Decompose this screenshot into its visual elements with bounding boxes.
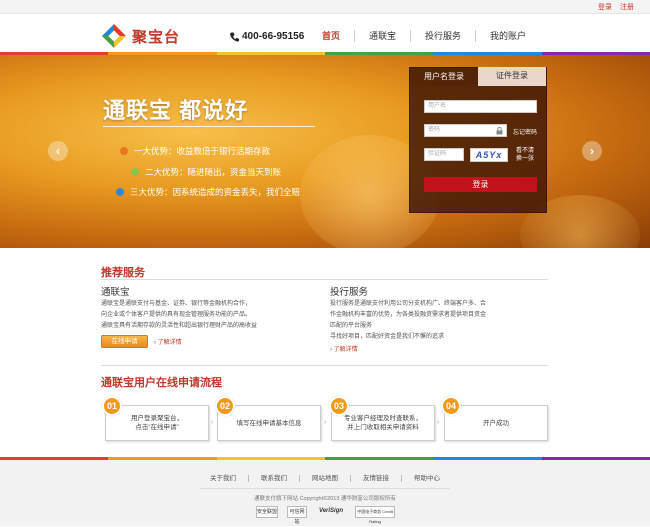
step-number-4: 04 bbox=[441, 396, 461, 416]
advantage-3: 三大优势：因系统造成的资金丢失，我们全赔 bbox=[116, 186, 300, 198]
step-number-1: 01 bbox=[102, 396, 122, 416]
footer-link-sitemap[interactable]: 网站地图 bbox=[299, 475, 350, 482]
phone-number: 400-66-95156 bbox=[242, 31, 305, 42]
footer-link-friends[interactable]: 友情链接 bbox=[350, 475, 401, 482]
footer-link-contact[interactable]: 联系我们 bbox=[248, 475, 299, 482]
footer-divider bbox=[200, 488, 450, 489]
trust-badge-security[interactable]: 安全联盟 bbox=[256, 506, 278, 518]
banner-slogan: 通联宝 都说好 bbox=[103, 98, 249, 123]
touhang-more-link[interactable]: › 了解详情 bbox=[330, 344, 358, 353]
slogan-underline bbox=[103, 126, 315, 127]
touhang-desc: 投行服务是通联支付利用公司分支机构广、终端客户多、合 作金融机构丰富的优势，为各… bbox=[330, 301, 487, 340]
bullet-dot-icon bbox=[120, 147, 128, 155]
touhang-title: 投行服务 bbox=[330, 287, 369, 298]
apply-online-button[interactable]: 在线申请 bbox=[101, 335, 148, 348]
login-panel: 用户名登录 证件登录 用户名 密码 忘记密码 验证码 A5Yx 看不清 换一张 … bbox=[409, 67, 547, 213]
chevron-right-icon: › bbox=[590, 144, 594, 158]
footer-links: 关于我们 联系我们 网站地图 友情链接 帮助中心 bbox=[0, 472, 650, 482]
tonglianbao-desc: 通联宝是通联支付与基金、证券、银行等金融机构合作， 向企业或个体客户提供的具有现… bbox=[101, 301, 258, 329]
top-links: 登录 注册 bbox=[592, 2, 634, 12]
footer-link-about[interactable]: 关于我们 bbox=[198, 475, 248, 482]
footer: 关于我们 联系我们 网站地图 友情链接 帮助中心 通联支付旗下网站 Copyright©… bbox=[0, 460, 650, 526]
trust-badges: 安全联盟 可信网站 VeriSign 中国电子商务 Credit Rating bbox=[256, 506, 404, 525]
bullet-dot-icon bbox=[131, 168, 139, 176]
trust-badge-trusted-site[interactable]: 可信网站 bbox=[287, 506, 307, 525]
phone-icon bbox=[230, 32, 239, 41]
forgot-password-link[interactable]: 忘记密码 bbox=[513, 127, 537, 136]
nav-my-account[interactable]: 我的账户 bbox=[475, 30, 540, 42]
next-slide-button[interactable]: › bbox=[582, 141, 602, 161]
login-tabs: 用户名登录 证件登录 bbox=[410, 67, 546, 86]
nav-home[interactable]: 首页 bbox=[308, 30, 354, 42]
top-bar: 登录 注册 bbox=[0, 0, 650, 14]
trust-badge-credit-rating[interactable]: 中国电子商务 Credit Rating bbox=[355, 506, 395, 524]
tonglianbao-more-link[interactable]: › 了解详情 bbox=[154, 337, 182, 346]
password-input[interactable]: 密码 bbox=[424, 124, 507, 137]
recommend-title: 推荐服务 bbox=[101, 267, 145, 279]
logo-text: 聚宝台 bbox=[132, 28, 181, 46]
captcha-image[interactable]: A5Yx bbox=[470, 148, 508, 162]
tonglianbao-title: 通联宝 bbox=[101, 287, 130, 298]
divider bbox=[101, 365, 548, 366]
header: 聚宝台 400-66-95156 首页 通联宝 投行服务 我的账户 bbox=[0, 14, 650, 54]
login-button[interactable]: 登录 bbox=[424, 177, 537, 192]
nav-investment-banking[interactable]: 投行服务 bbox=[410, 30, 475, 42]
bullet-dot-icon bbox=[116, 188, 124, 196]
prev-slide-button[interactable]: ‹ bbox=[48, 141, 68, 161]
register-link[interactable]: 注册 bbox=[620, 4, 634, 11]
footer-link-help[interactable]: 帮助中心 bbox=[401, 475, 452, 482]
tab-cert-login[interactable]: 证件登录 bbox=[478, 67, 546, 86]
tab-username-login[interactable]: 用户名登录 bbox=[410, 68, 478, 86]
main-nav: 首页 通联宝 投行服务 我的账户 bbox=[308, 30, 540, 42]
hero-banner: 通联宝 都说好 一大优势：收益数倍于银行活期存款 二大优势：随进随出，资金当天到… bbox=[0, 55, 650, 248]
hotline: 400-66-95156 bbox=[230, 31, 304, 42]
login-link[interactable]: 登录 bbox=[598, 4, 612, 11]
divider bbox=[101, 279, 548, 280]
step-arrow-icon: › bbox=[211, 419, 214, 426]
step-arrow-icon: › bbox=[437, 419, 440, 426]
step-number-2: 02 bbox=[215, 396, 235, 416]
step-arrow-icon: › bbox=[324, 419, 327, 426]
copyright: 通联支付旗下网站 Copyright©2013 通华财富公司版权所有 bbox=[254, 496, 396, 502]
chevron-left-icon: ‹ bbox=[56, 144, 60, 158]
logo[interactable]: 聚宝台 bbox=[102, 24, 180, 48]
advantage-1: 一大优势：收益数倍于银行活期存款 bbox=[120, 145, 270, 157]
process-title: 通联宝用户在线申请流程 bbox=[101, 377, 222, 389]
trust-badge-verisign[interactable]: VeriSign bbox=[316, 506, 346, 518]
advantage-2: 二大优势：随进随出，资金当天到账 bbox=[131, 166, 281, 178]
username-input[interactable]: 用户名 bbox=[424, 100, 537, 113]
step-number-3: 03 bbox=[329, 396, 349, 416]
nav-tonglianbao[interactable]: 通联宝 bbox=[354, 30, 410, 42]
refresh-captcha-link[interactable]: 看不清 换一张 bbox=[516, 147, 534, 163]
captcha-input[interactable]: 验证码 bbox=[424, 148, 464, 161]
lock-icon bbox=[496, 127, 503, 135]
logo-mark-icon bbox=[102, 24, 126, 48]
